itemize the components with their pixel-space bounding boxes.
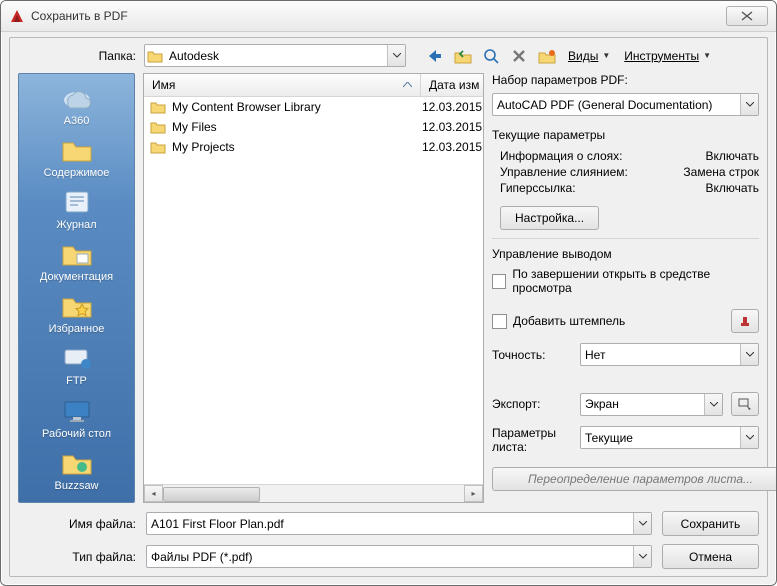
folder-combo[interactable]: Autodesk [144,44,406,67]
place-desktop[interactable]: Рабочий стол [19,393,134,443]
sort-asc-icon [403,82,412,88]
new-folder-button[interactable] [536,45,558,67]
export-row: Экспорт: Экран [492,392,759,416]
scroll-right-button[interactable]: ▸ [464,485,483,502]
sheet-params-combo[interactable]: Текущие [580,426,759,449]
back-button[interactable] [424,45,446,67]
select-window-icon [738,398,752,410]
settings-pane: Набор параметров PDF: AutoCAD PDF (Gener… [492,73,759,503]
place-content[interactable]: Содержимое [19,132,134,182]
tools-menu[interactable]: Инструменты▼ [620,45,715,67]
sheet-row: Параметры листа: Текущие [492,426,759,455]
folder-icon [145,49,165,63]
param-row: Информация о слоях:Включать [500,148,759,164]
folder-icon [150,100,166,114]
filename-row: Имя файла: A101 First Floor Plan.pdf Сох… [18,511,759,536]
window-select-button[interactable] [731,392,759,416]
export-combo[interactable]: Экран [580,393,723,416]
place-a360[interactable]: A360 [19,80,134,130]
scroll-left-button[interactable]: ◂ [144,485,163,502]
param-row: Управление слиянием:Замена строк [500,164,759,180]
dialog-window: Сохранить в PDF Папка: Autodesk Виды▼ Ин… [0,0,777,586]
precision-combo[interactable]: Нет [580,343,759,366]
place-docs[interactable]: Документация [19,236,134,286]
place-buzzsaw[interactable]: Buzzsaw [19,445,134,495]
output-control-label: Управление выводом [492,247,759,261]
list-item[interactable]: My Projects 12.03.2015 [144,137,483,157]
preset-label: Набор параметров PDF: [492,73,759,87]
cloud-icon [59,83,95,113]
filetype-combo[interactable]: Файлы PDF (*.pdf) [146,545,652,568]
list-item[interactable]: My Files 12.03.2015 [144,117,483,137]
horizontal-scrollbar[interactable]: ◂ ▸ [144,484,483,502]
chevron-down-icon [633,513,651,534]
views-menu[interactable]: Виды▼ [564,45,614,67]
filename-input[interactable]: A101 First Floor Plan.pdf [146,512,652,535]
param-row: Гиперссылка:Включать [500,180,759,196]
column-name[interactable]: Имя [144,74,421,96]
cancel-button[interactable]: Отмена [662,544,759,569]
folder-docs-icon [59,239,95,269]
current-params-label: Текущие параметры [492,128,759,142]
folder-star-icon [59,291,95,321]
desktop-icon [59,396,95,426]
toolbar: Папка: Autodesk Виды▼ Инструменты▼ [18,44,759,67]
chevron-down-icon [633,546,651,567]
chevron-down-icon [740,427,758,448]
checkbox-icon [492,274,506,289]
places-bar: A360 Содержимое Журнал Документация Избр… [18,73,135,503]
search-web-button[interactable] [480,45,502,67]
title-bar: Сохранить в PDF [1,1,776,32]
file-list[interactable]: Имя Дата изм My Content Browser Library … [143,73,484,503]
file-list-area: Имя Дата изм My Content Browser Library … [143,73,484,503]
place-journal[interactable]: Журнал [19,184,134,234]
folder-buzzsaw-icon [59,448,95,478]
delete-button[interactable] [508,45,530,67]
place-favorites[interactable]: Избранное [19,288,134,338]
place-ftp[interactable]: FTP [19,340,134,390]
app-icon [9,8,25,24]
save-button[interactable]: Сохранить [662,511,759,536]
window-title: Сохранить в PDF [31,9,726,23]
column-date[interactable]: Дата изм [421,74,484,96]
folder-icon [59,135,95,165]
folder-label: Папка: [18,49,136,63]
client-area: Папка: Autodesk Виды▼ Инструменты▼ [9,37,768,577]
list-body: My Content Browser Library 12.03.2015 My… [144,97,483,484]
open-when-done-checkbox[interactable]: По завершении открыть в средстве просмот… [492,267,759,295]
up-one-level-button[interactable] [452,45,474,67]
configure-button[interactable]: Настройка... [500,206,599,230]
scroll-track[interactable] [163,486,464,501]
chevron-down-icon [740,344,758,365]
stamp-icon [738,314,752,328]
bottom-area: Имя файла: A101 First Floor Plan.pdf Сох… [18,511,759,569]
list-header: Имя Дата изм [144,74,483,97]
filetype-row: Тип файла: Файлы PDF (*.pdf) Отмена [18,544,759,569]
history-icon [59,187,95,217]
chevron-down-icon [740,94,758,115]
folder-icon [150,140,166,154]
stamp-settings-button[interactable] [731,309,759,333]
body: A360 Содержимое Журнал Документация Избр… [18,73,759,503]
list-item[interactable]: My Content Browser Library 12.03.2015 [144,97,483,117]
sheet-override-button[interactable]: Переопределение параметров листа... [492,467,777,491]
folder-combo-text: Autodesk [165,49,387,63]
folder-icon [150,120,166,134]
checkbox-icon [492,314,507,329]
chevron-down-icon [704,394,722,415]
close-button[interactable] [726,6,768,26]
add-stamp-checkbox[interactable]: Добавить штемпель [492,314,725,329]
precision-row: Точность: Нет [492,343,759,366]
preset-combo[interactable]: AutoCAD PDF (General Documentation) [492,93,759,116]
scroll-thumb[interactable] [163,487,260,502]
chevron-down-icon [387,45,405,66]
ftp-icon [59,343,95,373]
